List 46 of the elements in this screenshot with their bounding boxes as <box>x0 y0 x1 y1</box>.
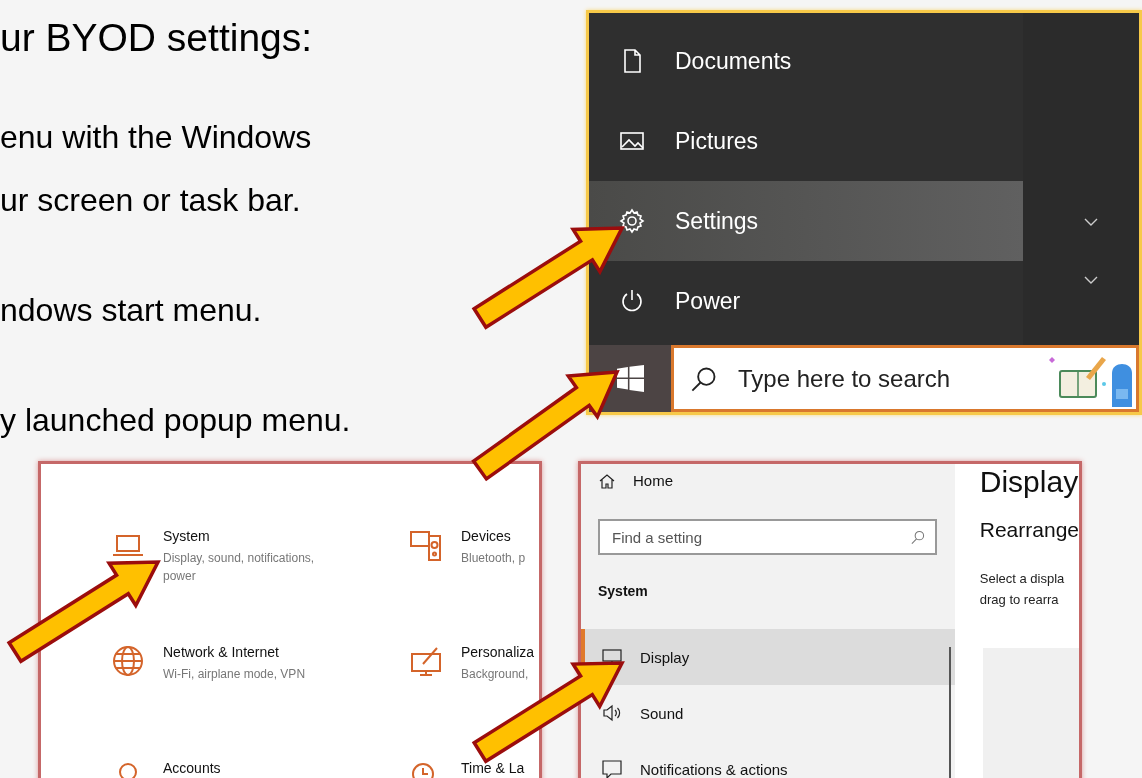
start-menu-item[interactable]: Settings <box>589 181 1023 261</box>
instruction-text: ndows start menu. <box>0 291 263 330</box>
category-title: Network & Internet <box>163 644 280 660</box>
category-title: Personaliza <box>461 644 535 660</box>
nav-item[interactable]: Sound <box>581 685 955 741</box>
gear-icon <box>619 208 645 234</box>
windows-logo-icon <box>616 365 644 392</box>
power-icon <box>619 288 645 314</box>
globe-icon <box>111 644 145 678</box>
category-title: Accounts <box>163 760 221 776</box>
category-title: System <box>163 528 211 544</box>
chevron-down-icon[interactable] <box>1084 218 1098 226</box>
chevron-down-icon[interactable] <box>1084 276 1098 284</box>
search-field[interactable]: Type here to search <box>738 364 968 393</box>
home-icon <box>599 472 615 489</box>
find-setting-field[interactable]: Find a setting <box>612 528 910 546</box>
instruction-text: enu with the Windows ur screen or task bar. <box>0 118 313 220</box>
instruction-text: y launched popup menu. <box>0 401 351 440</box>
slide-title: ur BYOD settings: <box>0 15 314 61</box>
settings-category[interactable]: System Display, sound, notifications, power <box>111 528 409 644</box>
start-menu-item[interactable]: Pictures <box>589 101 1023 181</box>
section-heading: System <box>597 583 649 599</box>
category-description: Bluetooth, p <box>461 550 527 567</box>
settings-category[interactable]: Time & La <box>409 760 535 778</box>
speaker-icon <box>602 703 622 723</box>
nav-item[interactable]: Display <box>581 629 955 685</box>
category-title: Time & La <box>461 760 525 776</box>
start-menu-item[interactable]: Documents <box>589 21 1023 101</box>
section-heading: Rearrange <box>979 518 1079 542</box>
category-description: Display, sound, notifications, power <box>163 550 316 585</box>
start-menu-item[interactable]: Power <box>589 261 1023 341</box>
search-icon <box>909 529 925 545</box>
category-title: Devices <box>461 528 512 544</box>
speech-bubble-icon <box>602 759 622 778</box>
keyboard-speaker-icon <box>409 528 443 562</box>
description-text: Select a displa drag to rearra <box>979 570 1066 609</box>
category-description: Background, <box>461 666 530 683</box>
home-link[interactable]: Home <box>581 472 955 489</box>
settings-search-box[interactable]: Find a setting <box>598 519 937 555</box>
settings-category[interactable]: Network & Internet Wi-Fi, airplane mode, VPN <box>111 644 409 760</box>
settings-category[interactable]: Devices Bluetooth, p <box>409 528 535 644</box>
settings-category[interactable]: Personaliza Background, <box>409 644 535 760</box>
category-description: Wi-Fi, airplane mode, VPN <box>163 666 307 683</box>
page-title: Display <box>979 464 1079 500</box>
settings-category[interactable]: Accounts <box>111 760 409 778</box>
nav-item[interactable]: Notifications & actions <box>581 741 955 778</box>
